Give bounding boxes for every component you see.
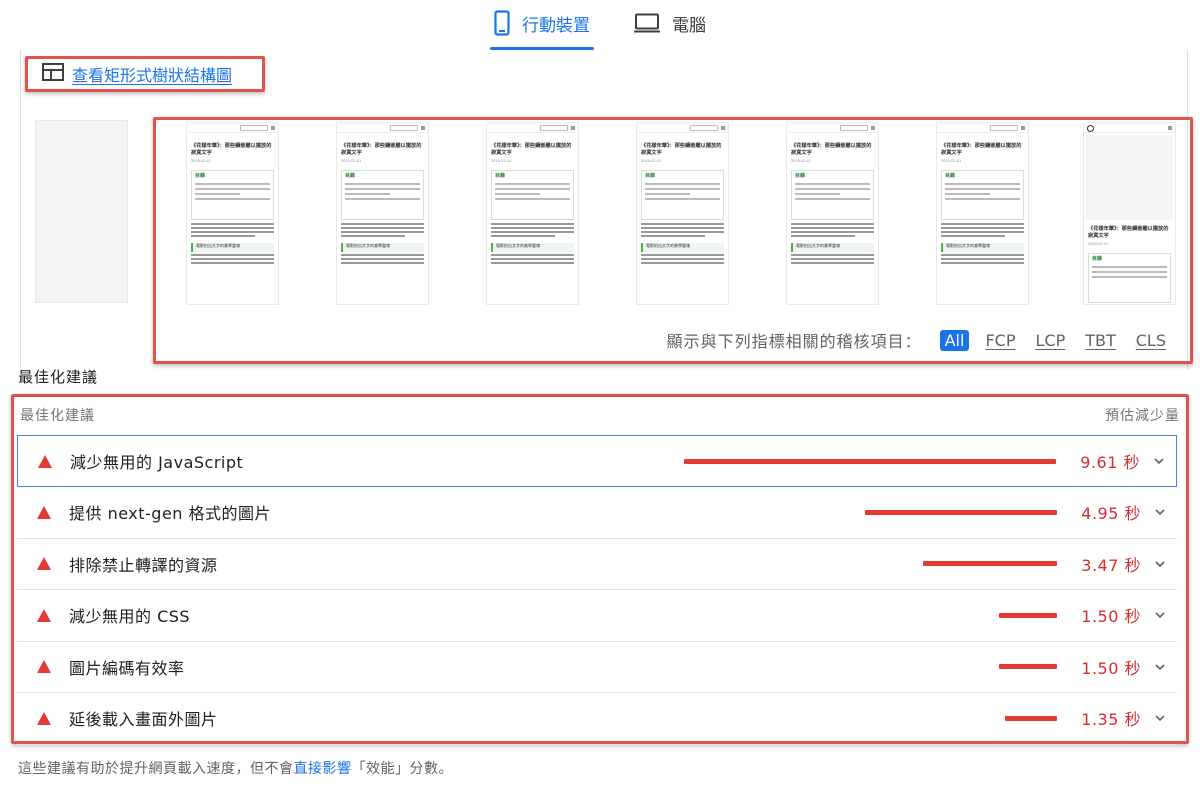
desktop-monitor-icon bbox=[634, 13, 660, 33]
filmstrip-frame: 《花樣年華》：那些鑲嵌雕以擺放的寂寞文字 2019-02-01 目錄電影拍出文字的美… bbox=[936, 122, 1029, 305]
frame-section-label: 電影拍出文字的美學靈魂 bbox=[341, 243, 424, 252]
filter-all[interactable]: All bbox=[939, 329, 970, 351]
opportunity-title: 提供 next-gen 格式的圖片 bbox=[69, 504, 272, 523]
frame-date: 2019-02-01 bbox=[941, 159, 962, 163]
frame-title: 《花樣年華》：那些鑲嵌雕以擺放的寂寞文字 bbox=[641, 143, 722, 156]
opportunities-highlight: 最佳化建議 預估減少量 減少無用的 JavaScript 9.61 秒提供 nex… bbox=[11, 394, 1189, 745]
tab-mobile-label: 行動裝置 bbox=[522, 15, 590, 36]
savings-value: 4.95 秒 bbox=[1081, 504, 1141, 523]
footnote: 這些建議有助於提升網頁載入速度，但不會直接影響「效能」分數。 bbox=[18, 758, 453, 778]
savings-value: 9.61 秒 bbox=[1080, 453, 1140, 472]
frame-date: 2019-02-01 bbox=[1088, 242, 1109, 246]
frame-date: 2019-02-01 bbox=[791, 159, 812, 163]
frame-date: 2019-02-01 bbox=[191, 159, 212, 163]
filmstrip-highlight: 《花樣年華》：那些鑲嵌雕以擺放的寂寞文字 2019-02-01 目錄 電影拍出文字的美… bbox=[153, 117, 1193, 364]
footnote-link[interactable]: 直接影響 bbox=[294, 761, 352, 777]
frame-title: 《花樣年華》：那些鑲嵌雕以擺放的寂寞文字 bbox=[191, 143, 272, 156]
section-heading: 最佳化建議 bbox=[18, 368, 99, 386]
frame-toc: 目錄 bbox=[341, 170, 424, 220]
footnote-after: 「效能」分數。 bbox=[351, 761, 453, 777]
opportunity-title: 圖片編碼有效率 bbox=[69, 658, 185, 678]
opportunities-header: 最佳化建議 預估減少量 bbox=[20, 405, 1180, 425]
mobile-phone-icon bbox=[494, 10, 510, 36]
frame-title: 《花樣年華》：那些鑲嵌雕以擺放的寂寞文字 bbox=[941, 143, 1022, 156]
opportunity-title: 減少無用的 JavaScript bbox=[70, 453, 244, 472]
filter-fcp[interactable]: FCP bbox=[981, 330, 1019, 351]
view-treemap-link[interactable]: 查看矩形式樹狀結構圖 bbox=[72, 62, 232, 86]
frame-section-label: 電影拍出文字的美學靈魂 bbox=[791, 243, 874, 252]
chevron-down-icon[interactable] bbox=[1153, 557, 1167, 571]
savings-bar bbox=[684, 458, 1056, 464]
opportunity-title: 延後載入畫面外圖片 bbox=[69, 710, 218, 729]
device-tabs: 行動裝置 電腦 bbox=[0, 0, 1200, 50]
savings-bar bbox=[923, 561, 1057, 566]
chevron-down-icon[interactable] bbox=[1153, 608, 1167, 622]
frame-title: 《花樣年華》：那些鑲嵌雕以擺放的寂寞文字 bbox=[341, 143, 422, 156]
treemap-highlight: 查看矩形式樹狀結構圖 bbox=[25, 56, 265, 92]
filmstrip-frame: 《花樣年華》：那些鑲嵌雕以擺放的寂寞文字 2019-02-01 目錄電影拍出文字的美… bbox=[486, 122, 579, 305]
opportunity-title: 排除禁止轉譯的資源 bbox=[69, 555, 218, 575]
chevron-down-icon[interactable] bbox=[1153, 660, 1167, 674]
savings-value: 1.35 秒 bbox=[1081, 710, 1141, 729]
tab-desktop-label: 電腦 bbox=[672, 15, 706, 36]
metric-filter: 顯示與下列指標相關的稽核項目： All FCP LCP TBT CLS bbox=[667, 328, 1170, 352]
frame-section-label: 電影拍出文字的美學靈魂 bbox=[491, 243, 574, 252]
opportunity-row[interactable]: 延後載入畫面外圖片 1.35 秒 bbox=[17, 693, 1177, 745]
savings-value: 3.47 秒 bbox=[1081, 555, 1141, 575]
frame-section-label: 電影拍出文字的美學靈魂 bbox=[191, 243, 274, 252]
opportunity-title: 減少無用的 CSS bbox=[69, 607, 191, 626]
chevron-down-icon[interactable] bbox=[1153, 505, 1167, 519]
filter-cls[interactable]: CLS bbox=[1132, 330, 1170, 351]
frame-section-label: 電影拍出文字的美學靈魂 bbox=[941, 243, 1024, 252]
opportunity-row[interactable]: 排除禁止轉譯的資源 3.47 秒 bbox=[17, 538, 1177, 590]
footnote-before: 這些建議有助於提升網頁載入速度，但不會 bbox=[18, 761, 294, 777]
chevron-down-icon[interactable] bbox=[1152, 454, 1166, 468]
frame-title: 《花樣年華》：那些鑲嵌雕以擺放的寂寞文字 bbox=[1088, 226, 1169, 239]
frame-section-label: 電影拍出文字的美學靈魂 bbox=[641, 243, 724, 252]
frame-toc: 目錄 bbox=[791, 170, 874, 220]
chevron-down-icon[interactable] bbox=[1153, 711, 1167, 725]
opportunity-row[interactable]: 提供 next-gen 格式的圖片 4.95 秒 bbox=[17, 487, 1177, 539]
treemap-icon bbox=[42, 63, 64, 85]
tab-desktop[interactable]: 電腦 bbox=[632, 0, 708, 46]
fail-triangle-icon bbox=[37, 660, 51, 673]
frame-date: 2019-02-01 bbox=[491, 159, 512, 163]
frame-title: 《花樣年華》：那些鑲嵌雕以擺放的寂寞文字 bbox=[491, 143, 572, 156]
frame-date: 2019-02-01 bbox=[341, 159, 362, 163]
opportunity-row[interactable]: 圖片編碼有效率 1.50 秒 bbox=[17, 641, 1177, 693]
frame-title: 《花樣年華》：那些鑲嵌雕以擺放的寂寞文字 bbox=[791, 143, 872, 156]
fail-triangle-icon bbox=[37, 711, 51, 725]
savings-bar bbox=[999, 612, 1057, 618]
savings-bar bbox=[999, 664, 1057, 669]
opportunity-row[interactable]: 減少無用的 JavaScript 9.61 秒 bbox=[17, 435, 1177, 487]
fail-triangle-icon bbox=[38, 454, 52, 468]
filmstrip-frame: 《花樣年華》：那些鑲嵌雕以擺放的寂寞文字 2019-02-01 目錄 bbox=[1083, 122, 1176, 305]
final-screenshot-thumbnail bbox=[35, 120, 128, 303]
filter-lcp[interactable]: LCP bbox=[1031, 330, 1069, 351]
filter-tbt[interactable]: TBT bbox=[1081, 330, 1120, 351]
metric-filter-label: 顯示與下列指標相關的稽核項目： bbox=[666, 332, 922, 351]
tab-mobile[interactable]: 行動裝置 bbox=[490, 0, 594, 50]
fail-triangle-icon bbox=[37, 505, 51, 519]
savings-value: 1.50 秒 bbox=[1081, 607, 1141, 626]
filmstrip-frame: 《花樣年華》：那些鑲嵌雕以擺放的寂寞文字 2019-02-01 目錄電影拍出文字的美… bbox=[786, 122, 879, 305]
savings-bar bbox=[865, 509, 1057, 515]
filmstrip-frame: 《花樣年華》：那些鑲嵌雕以擺放的寂寞文字 2019-02-01 目錄電影拍出文字的美… bbox=[186, 122, 279, 305]
panel-border-left bbox=[20, 50, 21, 370]
opportunities-header-right: 預估減少量 bbox=[1105, 408, 1180, 424]
frame-toc: 目錄 bbox=[1088, 253, 1171, 303]
frame-toc: 目錄 bbox=[191, 170, 274, 220]
frame-toc: 目錄 bbox=[941, 170, 1024, 220]
filmstrip-frame: 《花樣年華》：那些鑲嵌雕以擺放的寂寞文字 2019-02-01 目錄電影拍出文字的美… bbox=[336, 122, 429, 305]
frame-toc: 目錄 bbox=[641, 170, 724, 220]
savings-value: 1.50 秒 bbox=[1081, 658, 1141, 678]
frame-toc: 目錄 bbox=[491, 170, 574, 220]
frame-date: 2019-02-01 bbox=[641, 159, 662, 163]
filmstrip-frame: 《花樣年華》：那些鑲嵌雕以擺放的寂寞文字 2019-02-01 目錄電影拍出文字的美… bbox=[636, 122, 729, 305]
opportunity-row[interactable]: 減少無用的 CSS 1.50 秒 bbox=[17, 590, 1177, 642]
fail-triangle-icon bbox=[37, 608, 51, 622]
opportunities-header-left: 最佳化建議 bbox=[20, 408, 95, 424]
savings-bar bbox=[1005, 715, 1057, 721]
fail-triangle-icon bbox=[37, 557, 51, 570]
